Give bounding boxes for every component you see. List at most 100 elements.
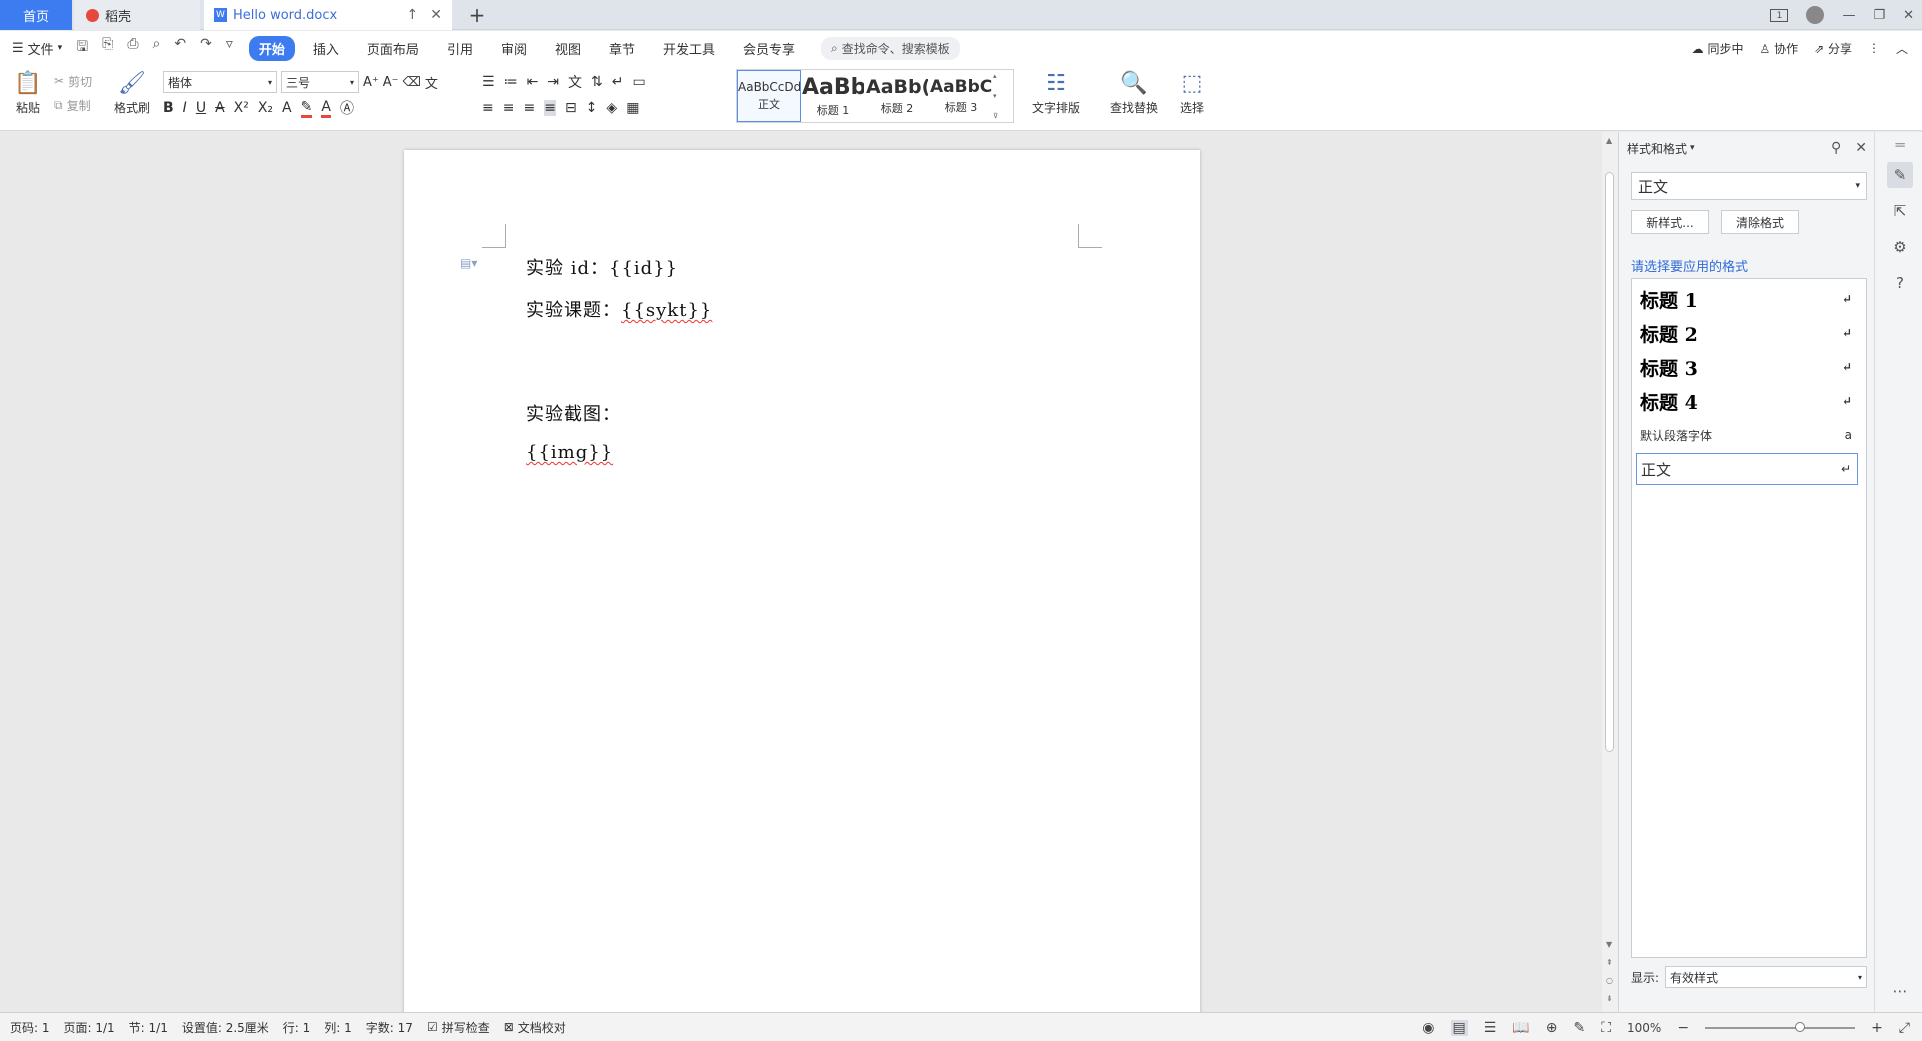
tab-developer[interactable]: 开发工具	[653, 36, 725, 61]
style-item-heading-4[interactable]: 标题 4 ↵	[1636, 385, 1858, 417]
redo-icon[interactable]: ↷	[200, 36, 212, 60]
pin-pane-icon[interactable]: ⚲	[1831, 140, 1841, 156]
decrease-indent-icon[interactable]: ⇤	[527, 74, 539, 90]
style-item-heading-1[interactable]: 标题 1 ↵	[1636, 283, 1858, 315]
format-painter-button[interactable]: 🖌 格式刷	[110, 69, 154, 127]
table-line-icon[interactable]: ▭	[633, 74, 646, 90]
line-spacing-icon[interactable]: ↕	[586, 100, 598, 116]
doc-line-1[interactable]: 实验 id：{{id}}	[526, 254, 678, 280]
properties-icon[interactable]: ⚙	[1887, 234, 1913, 260]
share-button[interactable]: ⇗ 分享	[1814, 40, 1852, 57]
scroll-down-icon[interactable]: ▼	[1606, 940, 1612, 949]
more-icon[interactable]: ⋮	[1868, 41, 1880, 55]
style-heading-3[interactable]: AaBbC( 标题 3	[929, 70, 993, 122]
shrink-font-icon[interactable]: A⁻	[383, 75, 399, 90]
sync-button[interactable]: ☁ 同步中	[1692, 40, 1744, 57]
gallery-scroll[interactable]: ▴ ▾ ⊽	[993, 70, 1005, 122]
zoom-in-icon[interactable]: +	[1871, 1020, 1883, 1036]
align-left-icon[interactable]: ≡	[482, 100, 494, 116]
distributed-icon[interactable]: ⊟	[565, 100, 577, 116]
shading-icon[interactable]: ◈	[606, 100, 617, 116]
outline-view-icon[interactable]: ☰	[1484, 1020, 1497, 1036]
tab-member[interactable]: 会员专享	[733, 36, 805, 61]
bold-icon[interactable]: B	[163, 100, 174, 116]
text-effect-icon[interactable]: A	[282, 100, 292, 116]
current-style-select[interactable]: 正文 ▾	[1631, 172, 1867, 200]
italic-icon[interactable]: I	[183, 100, 187, 116]
close-tab-icon[interactable]: ✕	[430, 7, 442, 23]
minimize-icon[interactable]: —	[1842, 8, 1855, 23]
styles-pane-toggle-icon[interactable]: ✎	[1887, 162, 1913, 188]
chinese-layout-icon[interactable]: 文	[568, 72, 582, 92]
cut-button[interactable]: ✂ 剪切	[54, 69, 108, 93]
print-preview-icon[interactable]: ⌕	[153, 36, 161, 60]
superscript-icon[interactable]: X²	[234, 100, 249, 116]
underline-icon[interactable]: U	[196, 100, 206, 116]
clear-format-button[interactable]: 清除格式	[1721, 210, 1799, 234]
vertical-scrollbar[interactable]: ▲ ▼ ⇞ ○ ⇟	[1602, 132, 1618, 1012]
tab-references[interactable]: 引用	[437, 36, 483, 61]
doc-line-2[interactable]: 实验课题：{{sykt}}	[526, 296, 712, 322]
web-view-icon[interactable]: ⊕	[1546, 1020, 1558, 1036]
write-mode-icon[interactable]: ✎	[1573, 1020, 1585, 1036]
borders-icon[interactable]: ▦	[626, 100, 639, 116]
paste-button[interactable]: 📋 粘贴	[10, 69, 46, 127]
close-window-icon[interactable]: ✕	[1903, 8, 1914, 23]
select-pane-icon[interactable]: ⇱	[1887, 198, 1913, 224]
eye-protection-icon[interactable]: ◉	[1422, 1020, 1434, 1036]
fit-page-icon[interactable]: ⛶	[1601, 1020, 1611, 1036]
find-replace-button[interactable]: 🔍 查找替换	[1104, 69, 1164, 127]
browse-object-icon[interactable]: ○	[1606, 976, 1613, 985]
file-menu[interactable]: ☰ 文件 ▾	[12, 39, 62, 58]
tab-document[interactable]: W Hello word.docx ↑ ✕	[204, 0, 452, 30]
phonetic-icon[interactable]: 文	[425, 73, 438, 92]
text-layout-button[interactable]: ☷ 文字排版	[1026, 69, 1086, 127]
proofread-button[interactable]: ⊠ 文档校对	[504, 1019, 566, 1036]
style-heading-2[interactable]: AaBb( 标题 2	[865, 70, 929, 122]
chevron-down-icon[interactable]: ▾	[1690, 143, 1695, 153]
font-name-select[interactable]: 楷体 ▾	[163, 71, 277, 93]
drag-handle-icon[interactable]: ═	[1887, 132, 1913, 158]
grow-font-icon[interactable]: A⁺	[363, 75, 379, 90]
paragraph-layout-icon[interactable]: ▤▾	[460, 256, 477, 270]
close-pane-icon[interactable]: ✕	[1855, 140, 1867, 156]
strikethrough-icon[interactable]: A	[215, 100, 225, 116]
tab-view[interactable]: 视图	[545, 36, 591, 61]
highlight-icon[interactable]: ✎	[300, 99, 313, 118]
scroll-up-icon[interactable]: ▲	[1606, 136, 1612, 145]
tab-chapter[interactable]: 章节	[599, 36, 645, 61]
select-button[interactable]: ⬚ 选择	[1170, 69, 1214, 127]
restore-icon[interactable]: ❐	[1873, 8, 1885, 23]
style-item-heading-2[interactable]: 标题 2 ↵	[1636, 317, 1858, 349]
numbered-list-icon[interactable]: ≔	[504, 74, 518, 90]
bullet-list-icon[interactable]: ☰	[482, 74, 495, 90]
style-item-heading-3[interactable]: 标题 3 ↵	[1636, 351, 1858, 383]
justify-icon[interactable]: ≡	[544, 100, 556, 116]
spell-check-button[interactable]: ☑ 拼写检查	[427, 1019, 490, 1036]
doc-line-3[interactable]: 实验截图：	[526, 400, 621, 426]
help-icon[interactable]: ?	[1887, 270, 1913, 296]
collapse-ribbon-icon[interactable]: ︿	[1896, 40, 1908, 57]
customize-icon[interactable]: ▿	[226, 36, 233, 60]
page-view-icon[interactable]: ▤	[1450, 1019, 1468, 1036]
new-style-button[interactable]: 新样式...	[1631, 210, 1709, 234]
reading-mode-icon[interactable]: 1	[1770, 8, 1789, 22]
more-options-icon[interactable]: ⋯	[1887, 978, 1913, 1004]
tab-start[interactable]: 开始	[248, 35, 295, 61]
export-icon[interactable]: ⎘	[102, 36, 113, 60]
style-item-normal[interactable]: 正文 ↵	[1636, 453, 1858, 485]
style-item-default-font[interactable]: 默认段落字体 a	[1636, 419, 1858, 451]
clear-format-icon[interactable]: ⌫	[403, 75, 421, 90]
next-page-icon[interactable]: ⇟	[1606, 994, 1613, 1003]
undo-icon[interactable]: ↶	[174, 36, 186, 60]
tab-insert[interactable]: 插入	[303, 36, 349, 61]
status-word-count[interactable]: 字数: 17	[366, 1019, 413, 1036]
doc-line-4[interactable]: {{img}}	[526, 442, 613, 463]
align-center-icon[interactable]: ≡	[503, 100, 515, 116]
new-tab-button[interactable]: +	[462, 0, 492, 30]
copy-button[interactable]: ⧉ 复制	[54, 93, 108, 117]
avatar[interactable]	[1806, 6, 1825, 24]
zoom-out-icon[interactable]: −	[1677, 1020, 1689, 1036]
style-normal[interactable]: AaBbCcDd 正文	[737, 70, 801, 122]
save-icon[interactable]: 🖫	[76, 36, 88, 60]
